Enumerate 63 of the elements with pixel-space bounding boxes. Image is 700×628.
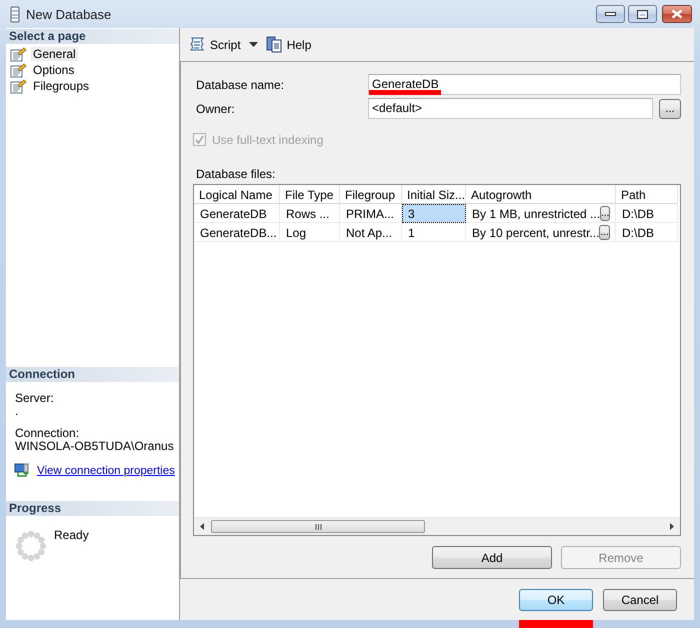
database-name-field[interactable]: GenerateDB bbox=[368, 74, 681, 95]
table-cell[interactable]: 1 bbox=[402, 223, 466, 242]
file-action-button[interactable]: Add bbox=[432, 546, 552, 569]
help-book-icon bbox=[266, 36, 283, 53]
column-header[interactable]: File Type bbox=[280, 185, 340, 204]
connection-value: WINSOLA-OB5TUDA\Oranus bbox=[14, 440, 175, 453]
server-label: Server: bbox=[14, 392, 55, 405]
table-cell[interactable]: GenerateDB bbox=[194, 204, 280, 223]
spinner-icon bbox=[16, 531, 46, 561]
page-icon bbox=[10, 62, 27, 78]
database-name-label: Database name: bbox=[195, 78, 286, 92]
dropdown-arrow-icon[interactable] bbox=[248, 42, 258, 47]
page-item[interactable]: General bbox=[31, 47, 78, 61]
help-button[interactable]: Help bbox=[264, 36, 314, 53]
close-button[interactable] bbox=[662, 5, 692, 23]
table-cell[interactable]: D:\DB bbox=[616, 204, 678, 223]
window-title: New Database bbox=[26, 6, 112, 22]
table-cell-text: By 1 MB, unrestricted ... bbox=[472, 207, 600, 221]
page-icon bbox=[10, 46, 27, 62]
browse-button[interactable]: ... bbox=[599, 225, 610, 240]
view-connection-link[interactable]: View connection properties bbox=[37, 464, 175, 476]
server-value: . bbox=[14, 405, 20, 418]
database-icon bbox=[10, 6, 20, 22]
minimize-icon bbox=[605, 12, 616, 16]
table-cell-text: By 10 percent, unrestr... bbox=[472, 226, 600, 240]
table-cell[interactable]: D:\DB bbox=[616, 223, 678, 242]
page-item[interactable]: Options bbox=[31, 63, 76, 77]
browse-button[interactable]: ... bbox=[659, 98, 681, 118]
database-files-label: Database files: bbox=[195, 167, 276, 181]
scroll-icon bbox=[188, 36, 206, 53]
grip-icon bbox=[314, 524, 322, 530]
close-icon bbox=[671, 9, 683, 19]
column-header[interactable]: Logical Name bbox=[194, 185, 280, 204]
maximize-icon bbox=[637, 10, 648, 18]
minimize-button[interactable] bbox=[596, 5, 625, 23]
page-icon bbox=[10, 78, 27, 94]
table-cell[interactable]: By 1 MB, unrestricted ...... bbox=[466, 204, 616, 223]
column-header[interactable]: Autogrowth bbox=[466, 185, 616, 204]
table-cell[interactable]: Log bbox=[280, 223, 340, 242]
section-header: Progress bbox=[6, 501, 179, 516]
browse-button[interactable]: ... bbox=[600, 206, 610, 221]
script-button[interactable]: Script bbox=[186, 36, 243, 53]
owner-field[interactable]: <default> bbox=[368, 98, 653, 119]
column-header[interactable]: Filegroup bbox=[340, 185, 402, 204]
table-cell[interactable]: Not Ap... bbox=[340, 223, 402, 242]
table-cell[interactable]: Rows ... bbox=[280, 204, 340, 223]
section-header: Select a page bbox=[6, 29, 179, 44]
connection-label: Connection: bbox=[14, 427, 80, 440]
dialog-button[interactable]: Cancel bbox=[603, 589, 677, 611]
table-cell[interactable]: By 10 percent, unrestr...... bbox=[466, 223, 616, 242]
progress-status: Ready bbox=[54, 528, 89, 544]
section-header: Connection bbox=[6, 367, 179, 382]
table-cell[interactable]: 3 bbox=[402, 204, 466, 223]
owner-label: Owner: bbox=[195, 102, 236, 116]
connection-icon bbox=[14, 463, 30, 478]
dialog-button[interactable]: OK bbox=[519, 589, 593, 611]
checkbox-label: Use full-text indexing bbox=[212, 132, 324, 146]
maximize-button[interactable] bbox=[628, 5, 657, 23]
page-item[interactable]: Filegroups bbox=[31, 79, 92, 93]
column-header[interactable]: Path bbox=[616, 185, 678, 204]
scroll-thumb[interactable] bbox=[211, 520, 425, 533]
table-cell[interactable]: GenerateDB... bbox=[194, 223, 280, 242]
horizontal-scrollbar[interactable] bbox=[194, 517, 680, 535]
